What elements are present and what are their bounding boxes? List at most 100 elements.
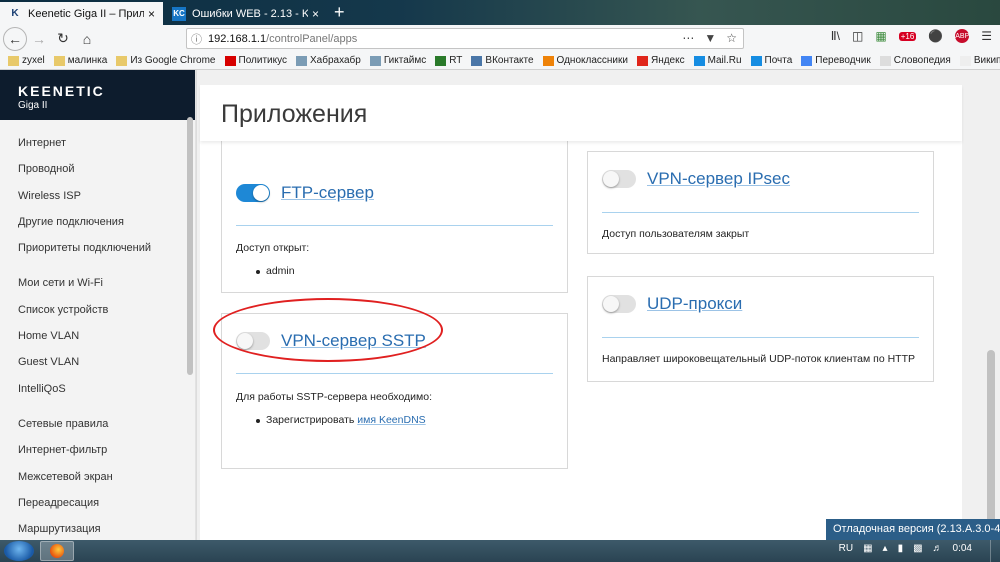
close-tab-icon[interactable]: ×	[148, 7, 155, 21]
forward-arrow-icon[interactable]: →	[27, 27, 51, 51]
keendns-link[interactable]: имя KeenDNS	[357, 414, 425, 426]
tray-arrow-icon[interactable]: ▴	[883, 543, 888, 554]
home-icon[interactable]: ⌂	[75, 27, 99, 51]
bookmark-item[interactable]: малинка	[53, 55, 107, 66]
sidebar-scrollbar[interactable]	[187, 117, 193, 375]
sidebar-item-internet[interactable]: Интернет	[0, 130, 195, 156]
folder-icon	[53, 55, 65, 66]
ftp-user-item: admin	[256, 265, 295, 277]
bookmark-item[interactable]: Гиктаймс	[369, 55, 426, 66]
more-actions-icon[interactable]: ⋯	[682, 31, 694, 45]
sidebar-item-internet-filter[interactable]: Интернет-фильтр	[0, 437, 195, 463]
menu-hamburger-icon[interactable]: ☰	[981, 29, 992, 43]
show-desktop-button[interactable]	[990, 540, 1000, 562]
sidebar-item-port-forwarding[interactable]: Переадресация	[0, 490, 195, 516]
toolbar-right: Ⅱ\ ◫ ▦ +16 ⚫ ABP ☰	[831, 29, 992, 43]
bookmark-item[interactable]: ВКонтакте	[471, 55, 534, 66]
sidebar-group-rules: Сетевые правила Интернет-фильтр Межсетев…	[0, 411, 195, 542]
sidebar-item-guest-vlan[interactable]: Guest VLAN	[0, 349, 195, 375]
tab-keenetic-apps[interactable]: K Keenetic Giga II – Приложения ×	[0, 2, 163, 25]
pocket-icon[interactable]: ▼	[704, 31, 716, 45]
bookmark-item[interactable]: Из Google Chrome	[116, 55, 216, 66]
toggle-knob	[253, 185, 269, 201]
keenetic-logo[interactable]: KEENETIC	[18, 84, 195, 98]
ftp-title-link[interactable]: FTP-сервер	[281, 183, 374, 203]
tray-app-icon[interactable]: ▦	[863, 543, 872, 554]
bookmark-item[interactable]: Яндекс	[636, 55, 685, 66]
udp-proxy-toggle[interactable]	[602, 295, 636, 313]
start-button-icon[interactable]	[4, 541, 34, 561]
toggle-knob	[603, 171, 619, 187]
geektimes-icon	[369, 55, 381, 66]
sidebar-item-device-list[interactable]: Список устройств	[0, 297, 195, 323]
bookmark-item[interactable]: Википедия	[959, 55, 1000, 66]
app-card-ipsec: VPN-сервер IPsec Доступ пользователям за…	[587, 151, 934, 254]
page-header: Приложения	[200, 85, 962, 141]
sidebar-toggle-icon[interactable]: ◫	[852, 29, 863, 43]
sidebar-item-wireless-isp[interactable]: Wireless ISP	[0, 183, 195, 209]
udp-proxy-title-link[interactable]: UDP-прокси	[647, 294, 742, 314]
ftp-toggle[interactable]	[236, 184, 270, 202]
mail-icon	[750, 55, 762, 66]
network-icon[interactable]: ▩	[913, 543, 922, 554]
bookmark-item[interactable]: Хабрахабр	[296, 55, 361, 66]
tab-keenetic-errors[interactable]: KC Ошибки WEB - 2.13 - Keenetic ×	[164, 2, 327, 25]
bookmark-item[interactable]: Почта	[750, 55, 792, 66]
library-icon[interactable]: Ⅱ\	[831, 29, 840, 43]
sidebar-item-intelliqos[interactable]: IntelliQoS	[0, 376, 195, 402]
tab-title: Ошибки WEB - 2.13 - Keenetic	[192, 7, 308, 20]
bookmark-item[interactable]: Словопедия	[879, 55, 951, 66]
back-arrow-icon[interactable]: ←	[3, 26, 27, 51]
language-indicator[interactable]: RU	[839, 543, 853, 554]
page-info-icon[interactable]: ⓘ	[191, 31, 202, 47]
reload-icon[interactable]: ↻	[51, 27, 75, 51]
sidebar-item-networks-wifi[interactable]: Мои сети и Wi-Fi	[0, 270, 195, 296]
page-title: Приложения	[221, 100, 368, 128]
card-divider	[236, 373, 553, 374]
card-divider	[236, 225, 553, 226]
extension-grid-icon[interactable]: ▦	[875, 29, 886, 43]
clock[interactable]: 0:04	[953, 543, 972, 554]
sidebar-item-other-connections[interactable]: Другие подключения	[0, 209, 195, 235]
close-tab-icon[interactable]: ×	[312, 7, 319, 21]
main-scrollbar[interactable]	[987, 350, 995, 525]
bookmark-item[interactable]: RT	[435, 55, 462, 66]
bookmark-item[interactable]: zyxel	[8, 55, 45, 66]
folder-icon	[8, 55, 19, 66]
odnoklassniki-icon	[542, 55, 554, 66]
sidebar-item-firewall[interactable]: Межсетевой экран	[0, 464, 195, 490]
adblock-plus-icon[interactable]: ABP	[955, 29, 969, 43]
sidebar-item-home-vlan[interactable]: Home VLAN	[0, 323, 195, 349]
sstp-requirement-label: Для работы SSTP-сервера необходимо:	[236, 391, 433, 403]
bookmark-item[interactable]: Mail.Ru	[693, 55, 742, 66]
sidebar-item-connection-priorities[interactable]: Приоритеты подключений	[0, 235, 195, 261]
ipsec-toggle[interactable]	[602, 170, 636, 188]
debug-version-badge: Отладочная версия (2.13.A.3.0-4)	[826, 519, 1000, 540]
main-content: Приложения FTP-сервер Доступ открыт: adm…	[197, 70, 1000, 540]
tab-title: Keenetic Giga II – Приложения	[28, 7, 144, 20]
translator-icon	[801, 55, 813, 66]
sidebar-item-routing[interactable]: Маршрутизация	[0, 516, 195, 542]
model-name: Giga II	[18, 100, 48, 111]
sstp-requirement-item: Зарегистрировать имя KeenDNS	[256, 414, 426, 426]
udp-proxy-description: Направляет широковещательный UDP-поток к…	[602, 353, 915, 365]
bookmark-item[interactable]: Политикус	[224, 55, 287, 66]
address-bar[interactable]: ⓘ 192.168.1.1/controlPanel/apps ⋯ ▼ ☆	[186, 28, 744, 49]
volume-icon[interactable]: ♬	[933, 543, 943, 554]
habr-icon	[296, 55, 307, 66]
system-tray: RU ▦ ▴ ▮ ▩ ♬ 0:04	[839, 543, 972, 554]
sidebar-item-network-rules[interactable]: Сетевые правила	[0, 411, 195, 437]
politicus-icon	[224, 55, 236, 66]
bookmark-item[interactable]: Одноклассники	[542, 55, 628, 66]
mailru-icon	[693, 55, 705, 66]
bookmark-star-icon[interactable]: ☆	[726, 31, 737, 45]
taskbar-firefox[interactable]	[40, 541, 74, 561]
extension-badge[interactable]: +16	[898, 31, 917, 41]
ublock-icon[interactable]: ⚫	[928, 29, 943, 43]
bookmark-item[interactable]: Переводчик	[801, 55, 871, 66]
new-tab-button[interactable]: +	[334, 3, 345, 21]
ipsec-title-link[interactable]: VPN-сервер IPsec	[647, 169, 790, 189]
sidebar-item-wired[interactable]: Проводной	[0, 156, 195, 182]
battery-icon[interactable]: ▮	[898, 543, 904, 554]
browser-navbar: ← → ↻ ⌂ ⓘ 192.168.1.1/controlPanel/apps …	[0, 25, 1000, 52]
